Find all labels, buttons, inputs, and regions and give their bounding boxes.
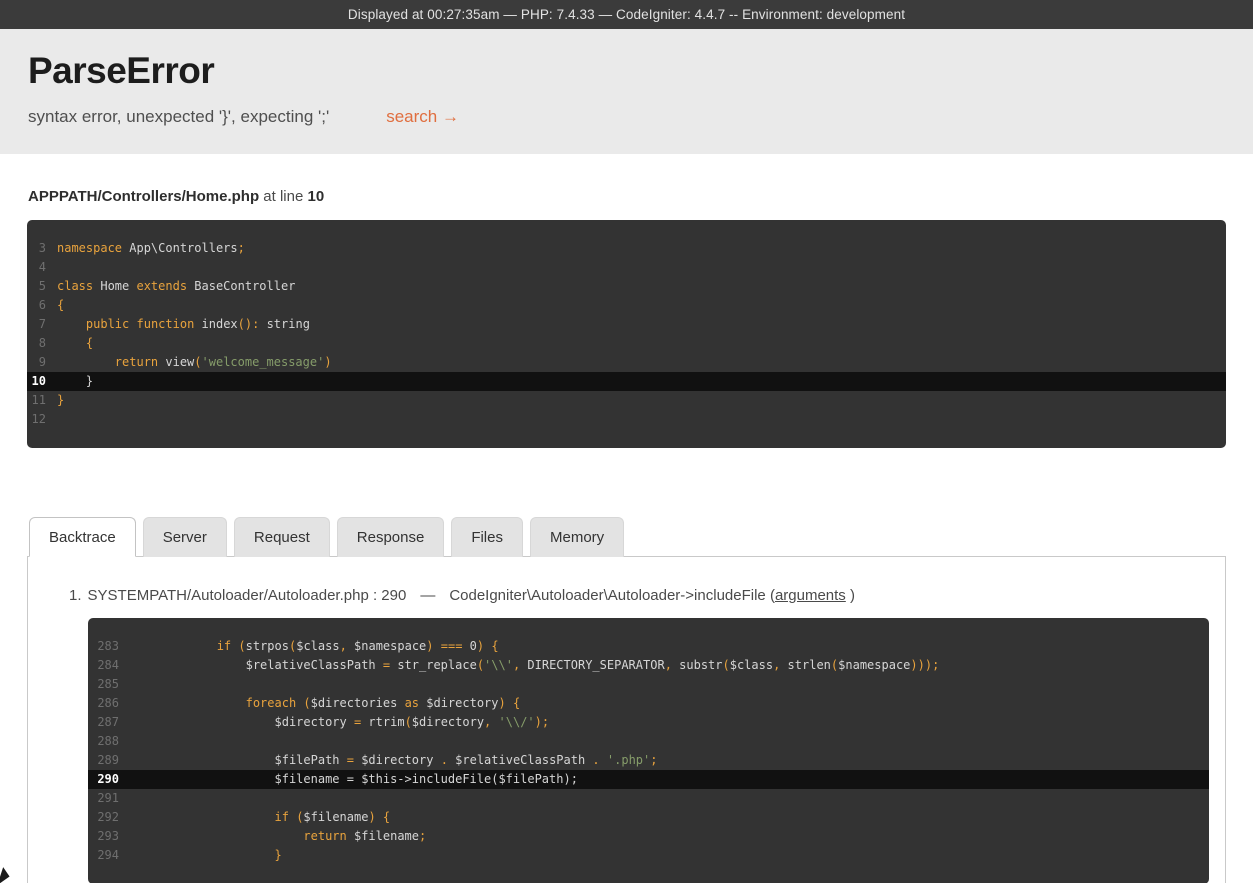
code-line-12: 12 bbox=[27, 410, 1226, 429]
backtrace-entry: 1. SYSTEMPATH/Autoloader/Autoloader.php :… bbox=[28, 557, 1225, 604]
main-content: APPPATH/Controllers/Home.php at line 10 … bbox=[0, 188, 1253, 883]
code-line-290: 290 $filename = $this->includeFile($file… bbox=[88, 770, 1209, 789]
backtrace-entry-index: 1. bbox=[69, 587, 82, 604]
tab-files[interactable]: Files bbox=[451, 517, 523, 557]
backtrace-code-block: 283 if (strpos($class, $namespace) === 0… bbox=[88, 618, 1209, 883]
error-source-code-block: 3namespace App\Controllers;45class Home … bbox=[27, 220, 1226, 448]
code-line-5: 5class Home extends BaseController bbox=[27, 277, 1226, 296]
code-line-286: 286 foreach ($directories as $directory)… bbox=[88, 694, 1209, 713]
code-line-283: 283 if (strpos($class, $namespace) === 0… bbox=[88, 637, 1209, 656]
arguments-toggle[interactable]: arguments bbox=[775, 587, 846, 604]
tab-server[interactable]: Server bbox=[143, 517, 227, 557]
at-line-label: at line bbox=[263, 188, 303, 205]
source-file-name: APPPATH/Controllers/Home.php bbox=[28, 188, 259, 205]
error-header: ParseError syntax error, unexpected '}',… bbox=[0, 29, 1253, 154]
code-line-11: 11} bbox=[27, 391, 1226, 410]
tab-backtrace[interactable]: Backtrace bbox=[29, 517, 136, 557]
environment-bar-text: Displayed at 00:27:35am — PHP: 7.4.33 — … bbox=[348, 7, 905, 22]
search-link[interactable]: search → bbox=[386, 107, 459, 126]
code-line-7: 7 public function index(): string bbox=[27, 315, 1226, 334]
backtrace-entry-function: CodeIgniter\Autoloader\Autoloader->inclu… bbox=[449, 587, 765, 604]
code-line-288: 288 bbox=[88, 732, 1209, 751]
code-line-6: 6{ bbox=[27, 296, 1226, 315]
code-line-9: 9 return view('welcome_message') bbox=[27, 353, 1226, 372]
code-line-4: 4 bbox=[27, 258, 1226, 277]
code-line-292: 292 if ($filename) { bbox=[88, 808, 1209, 827]
code-line-293: 293 return $filename; bbox=[88, 827, 1209, 846]
backtrace-panel: 1. SYSTEMPATH/Autoloader/Autoloader.php :… bbox=[27, 556, 1226, 883]
tab-request[interactable]: Request bbox=[234, 517, 330, 557]
code-line-3: 3namespace App\Controllers; bbox=[27, 239, 1226, 258]
backtrace-entry-file: SYSTEMPATH/Autoloader/Autoloader.php : 2… bbox=[88, 587, 407, 604]
code-line-8: 8 { bbox=[27, 334, 1226, 353]
error-title: ParseError bbox=[28, 50, 1225, 92]
tab-response[interactable]: Response bbox=[337, 517, 445, 557]
page: Displayed at 00:27:35am — PHP: 7.4.33 — … bbox=[0, 0, 1253, 883]
code-line-289: 289 $filePath = $directory . $relativeCl… bbox=[88, 751, 1209, 770]
environment-bar: Displayed at 00:27:35am — PHP: 7.4.33 — … bbox=[0, 0, 1253, 29]
tab-bar: Backtrace Server Request Response Files … bbox=[27, 517, 1226, 556]
tab-memory[interactable]: Memory bbox=[530, 517, 624, 557]
source-line-number: 10 bbox=[308, 188, 325, 205]
source-file-path: APPPATH/Controllers/Home.php at line 10 bbox=[28, 188, 1226, 205]
error-message: syntax error, unexpected '}', expecting … bbox=[28, 107, 329, 126]
arguments-paren-close: ) bbox=[850, 587, 855, 604]
code-line-284: 284 $relativeClassPath = str_replace('\\… bbox=[88, 656, 1209, 675]
code-line-291: 291 bbox=[88, 789, 1209, 808]
error-subline: syntax error, unexpected '}', expecting … bbox=[28, 107, 1225, 127]
code-line-294: 294 } bbox=[88, 846, 1209, 865]
code-line-285: 285 bbox=[88, 675, 1209, 694]
code-line-10: 10 } bbox=[27, 372, 1226, 391]
code-line-287: 287 $directory = rtrim($directory, '\\/'… bbox=[88, 713, 1209, 732]
backtrace-entry-separator: — bbox=[420, 587, 435, 604]
